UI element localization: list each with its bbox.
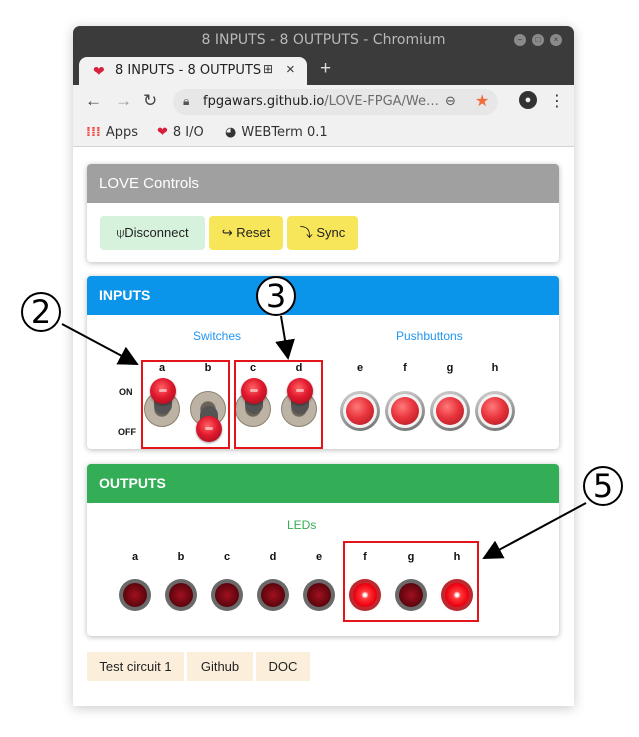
- tab-title: 8 INPUTS - 8 OUTPUTS: [115, 63, 262, 78]
- bookmark-apps[interactable]: ⁞⁞⁞ Apps: [86, 125, 138, 140]
- address-bar[interactable]: 🔒︎ fpgawars.github.io/LOVE-FPGA/We… ⊖ ★: [173, 89, 498, 115]
- title-bar: 8 INPUTS - 8 OUTPUTS - Chromium – □ ×: [73, 26, 574, 55]
- apps-grid-icon: ⁞⁞⁞: [86, 125, 101, 140]
- led-c: [211, 579, 243, 611]
- love-controls-card: LOVE Controls ⍦Disconnect ↪ Reset ⤵ Sync: [87, 164, 559, 262]
- bookmark-label: WEBTerm 0.1: [241, 125, 328, 140]
- globe-icon: ◕: [225, 125, 237, 140]
- bookmark-webterm[interactable]: ◕ WEBTerm 0.1: [225, 125, 328, 140]
- forward-arrow-icon[interactable]: →: [115, 91, 132, 111]
- outputs-title: OUTPUTS: [87, 464, 559, 503]
- off-label: OFF: [118, 427, 136, 437]
- highlight-box-switches-ab: [141, 360, 230, 449]
- disconnect-label: Disconnect: [124, 225, 189, 240]
- heart-icon: ❤: [157, 125, 168, 140]
- bookmark-label: 8 I/O: [172, 125, 204, 140]
- led-b: [165, 579, 197, 611]
- reload-icon[interactable]: ↻: [143, 91, 157, 111]
- cast-media-icon[interactable]: ⊞: [263, 62, 273, 76]
- sync-label: Sync: [316, 225, 346, 240]
- zoom-icon[interactable]: ⊖: [445, 93, 456, 109]
- pushbutton-label-h: h: [491, 362, 499, 374]
- close-window-button[interactable]: ×: [550, 34, 562, 46]
- callout-number-2: 2: [21, 292, 61, 332]
- footer-link-doc[interactable]: DOC: [256, 652, 310, 681]
- heart-icon: ❤: [93, 63, 105, 79]
- lock-icon: 🔒︎: [183, 94, 190, 108]
- pushbutton-label-f: f: [403, 362, 407, 374]
- url-path: /LOVE-FPGA/We…: [324, 94, 440, 109]
- led-d: [257, 579, 289, 611]
- led-a: [119, 579, 151, 611]
- leds-heading: LEDs: [287, 518, 317, 532]
- highlight-box-leds-fgh: [343, 541, 479, 622]
- pushbutton-e[interactable]: [340, 391, 380, 431]
- window-title: 8 INPUTS - 8 OUTPUTS - Chromium: [201, 32, 446, 48]
- url-host: fpgawars.github.io: [203, 94, 325, 109]
- pushbutton-g[interactable]: [430, 391, 470, 431]
- pushbutton-label-g: g: [446, 362, 454, 374]
- highlight-box-switches-cd: [234, 360, 323, 449]
- pushbutton-f[interactable]: [385, 391, 425, 431]
- sync-button[interactable]: ⤵ Sync: [287, 216, 358, 250]
- outputs-card: OUTPUTS LEDs a b c d e f g h: [87, 464, 559, 636]
- love-controls-title: LOVE Controls: [87, 164, 559, 203]
- inputs-title: INPUTS: [87, 276, 559, 315]
- reset-button[interactable]: ↪ Reset: [209, 216, 283, 250]
- led-label-c: c: [223, 551, 231, 563]
- new-tab-button[interactable]: +: [320, 58, 331, 80]
- back-arrow-icon[interactable]: ←: [85, 91, 102, 111]
- minimize-button[interactable]: –: [514, 34, 526, 46]
- bookmark-8io[interactable]: ❤ 8 I/O: [157, 125, 204, 140]
- pushbutton-label-e: e: [356, 362, 364, 374]
- url-text[interactable]: fpgawars.github.io/LOVE-FPGA/We…: [203, 94, 439, 109]
- sync-arrow-icon: ⤵: [299, 225, 317, 240]
- led-label-e: e: [315, 551, 323, 563]
- return-arrow-icon: ↪: [221, 225, 237, 240]
- callout-number-5: 5: [583, 466, 623, 506]
- reset-label: Reset: [236, 225, 271, 240]
- led-label-a: a: [131, 551, 139, 563]
- bookmark-star-icon[interactable]: ★: [475, 91, 489, 111]
- bookmarks-bar: ⁞⁞⁞ Apps ❤ 8 I/O ◕ WEBTerm 0.1: [73, 119, 574, 147]
- led-label-d: d: [269, 551, 277, 563]
- browser-toolbar: ← → ↻ 🔒︎ fpgawars.github.io/LOVE-FPGA/We…: [73, 85, 574, 119]
- disconnect-button[interactable]: ⍦Disconnect: [100, 216, 205, 250]
- tab-8-inputs-8-outputs[interactable]: ❤ 8 INPUTS - 8 OUTPUTS ⊞ ×: [79, 57, 307, 85]
- switches-heading: Switches: [193, 329, 242, 343]
- account-icon[interactable]: ●: [519, 91, 537, 109]
- bookmark-label: Apps: [105, 125, 138, 140]
- on-label: ON: [119, 387, 133, 397]
- led-e: [303, 579, 335, 611]
- footer-link-test-circuit[interactable]: Test circuit 1: [87, 652, 184, 681]
- pushbutton-h[interactable]: [475, 391, 515, 431]
- maximize-button[interactable]: □: [532, 34, 544, 46]
- pushbuttons-heading: Pushbuttons: [396, 329, 463, 343]
- footer-link-github[interactable]: Github: [187, 652, 253, 681]
- led-label-b: b: [177, 551, 185, 563]
- close-tab-icon[interactable]: ×: [286, 61, 295, 78]
- kebab-menu-icon[interactable]: ⋮: [549, 91, 565, 111]
- tab-strip: ❤ 8 INPUTS - 8 OUTPUTS ⊞ × +: [73, 55, 574, 85]
- callout-number-3: 3: [256, 276, 296, 316]
